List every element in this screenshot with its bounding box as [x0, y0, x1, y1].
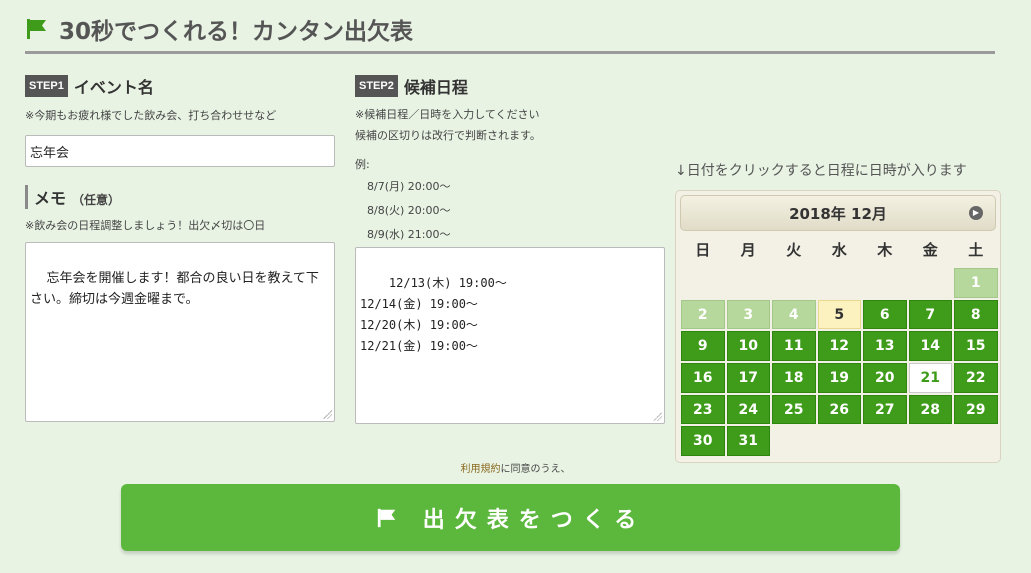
memo-text: 忘年会を開催します！都合の良い日を教えて下さい。締切は今週金曜まで。: [30, 271, 319, 307]
example-list: 8/7(月) 20:00～ 8/8(火) 20:00～ 8/9(水) 21:00…: [355, 175, 665, 247]
calendar-day-20[interactable]: 20: [863, 363, 907, 393]
calendar-day-9[interactable]: 9: [681, 331, 725, 362]
step2-notes: ※候補日程／日時を入力してください 候補の区切りは改行で判断されます。: [355, 104, 665, 146]
step2-heading: STEP2 候補日程: [355, 74, 665, 98]
flag-icon: [27, 18, 46, 39]
calendar-day-16[interactable]: 16: [681, 363, 725, 393]
weekday-label: 土: [968, 240, 984, 259]
calendar-day-23[interactable]: 23: [681, 394, 725, 425]
candidate-dates-text: 12/13(木) 19:00～ 12/14(金) 19:00～ 12/20(木)…: [360, 276, 507, 353]
calendar-day-8[interactable]: 8: [954, 299, 998, 330]
calendar-day-11[interactable]: 11: [772, 331, 816, 362]
calendar-day-5[interactable]: 5: [817, 299, 861, 330]
calendar-day-27[interactable]: 27: [863, 394, 907, 425]
calendar-column: ↓日付をクリックすると日程に日時が入ります 2018年 12月 ▶ 日 月 火 水 木 金…: [675, 160, 1001, 463]
calendar-day-6[interactable]: 6: [863, 299, 907, 330]
event-name-input[interactable]: 忘年会: [25, 135, 335, 167]
weekday-label: 水: [831, 240, 847, 259]
calendar-empty-cell: [863, 268, 907, 298]
calendar-day-30[interactable]: 30: [681, 426, 725, 457]
memo-optional-label: （任意）: [72, 193, 121, 207]
calendar-day-1[interactable]: 1: [954, 268, 998, 298]
resize-grip-icon[interactable]: [653, 412, 662, 421]
calendar-day-15[interactable]: 15: [954, 331, 998, 362]
calendar-day-31[interactable]: 31: [726, 426, 770, 457]
calendar-day-21[interactable]: 21: [908, 363, 952, 393]
calendar-day-17[interactable]: 17: [726, 363, 770, 393]
weekday-header-row: 日月火水木金土: [680, 231, 996, 267]
step1-heading: STEP1 イベント名: [25, 74, 337, 98]
memo-textarea[interactable]: 忘年会を開催します！都合の良い日を教えて下さい。締切は今週金曜まで。: [25, 242, 335, 422]
page-title: 30秒でつくれる！カンタン出欠表: [59, 18, 414, 45]
dates-column: STEP2 候補日程 ※候補日程／日時を入力してください 候補の区切りは改行で判…: [355, 74, 665, 424]
calendar-hint: ↓日付をクリックすると日程に日時が入ります: [675, 163, 967, 179]
calendar-day-18[interactable]: 18: [772, 363, 816, 393]
calendar-day-13[interactable]: 13: [863, 331, 907, 362]
calendar-empty-cell: [727, 268, 771, 298]
memo-title: メモ: [34, 189, 67, 208]
calendar: 2018年 12月 ▶ 日月火水木金土 1 2 3 4 5 6 7 8 9 10 11 12 13 14 1…: [675, 190, 1001, 463]
calendar-day-4[interactable]: 4: [772, 299, 816, 330]
weekday-label: 金: [922, 240, 938, 259]
example-item: 8/8(火) 20:00～: [367, 204, 451, 217]
step2-note-line: 候補の区切りは改行で判断されます。: [355, 129, 541, 142]
calendar-empty-cell: [681, 268, 725, 298]
calendar-grid: 1 2 3 4 5 6 7 8 9 10 11 12 13 14 15 16 17 18 19 20 21 22 23 24 2…: [680, 267, 998, 457]
calendar-day-7[interactable]: 7: [908, 299, 952, 330]
calendar-day-2[interactable]: 2: [681, 299, 725, 330]
example-item: 8/7(月) 20:00～: [367, 180, 451, 193]
terms-link[interactable]: 利用規約: [461, 464, 501, 475]
example-item: 8/9(水) 21:00～: [367, 228, 451, 241]
memo-note: ※飲み会の日程調整しましょう！出欠〆切は〇日: [25, 219, 266, 232]
weekday-label: 日: [695, 240, 711, 259]
step2-note-line: ※候補日程／日時を入力してください: [355, 108, 540, 121]
page-header: 30秒でつくれる！カンタン出欠表: [25, 12, 995, 54]
calendar-day-10[interactable]: 10: [726, 331, 770, 362]
calendar-day-19[interactable]: 19: [817, 363, 861, 393]
calendar-day-3[interactable]: 3: [726, 299, 770, 330]
terms-text: 利用規約に同意のうえ、: [0, 460, 1031, 475]
calendar-empty-cell: [772, 268, 816, 298]
calendar-day-12[interactable]: 12: [817, 331, 861, 362]
calendar-day-26[interactable]: 26: [817, 394, 861, 425]
step1-note: ※今期もお疲れ様でした飲み会、打ち合わせせなど: [25, 109, 277, 122]
resize-grip-icon[interactable]: [323, 410, 332, 419]
calendar-day-24[interactable]: 24: [726, 394, 770, 425]
step1-title: イベント名: [73, 78, 154, 97]
chevron-right-circle-icon[interactable]: ▶: [969, 206, 983, 220]
step1-badge: STEP1: [25, 75, 68, 97]
calendar-empty-cell: [909, 268, 953, 298]
calendar-day-22[interactable]: 22: [954, 363, 998, 393]
memo-heading: メモ （任意）: [25, 185, 337, 209]
calendar-day-29[interactable]: 29: [954, 394, 998, 425]
calendar-day-25[interactable]: 25: [772, 394, 816, 425]
create-button-label: 出欠表をつくる: [422, 507, 647, 533]
calendar-header: 2018年 12月 ▶: [680, 195, 996, 231]
weekday-label: 月: [740, 240, 756, 259]
calendar-empty-cell: [818, 268, 862, 298]
flag-icon: [377, 508, 395, 527]
step2-title: 候補日程: [403, 78, 468, 97]
terms-suffix: に同意のうえ、: [500, 464, 571, 475]
calendar-month-label: 2018年 12月: [789, 204, 887, 223]
weekday-label: 木: [877, 240, 893, 259]
example-label: 例:: [355, 158, 370, 171]
weekday-label: 火: [786, 240, 802, 259]
create-attendance-sheet-button[interactable]: 出欠表をつくる: [121, 484, 900, 551]
step2-badge: STEP2: [355, 75, 398, 97]
candidate-dates-textarea[interactable]: 12/13(木) 19:00～ 12/14(金) 19:00～ 12/20(木)…: [355, 247, 665, 424]
event-column: STEP1 イベント名 ※今期もお疲れ様でした飲み会、打ち合わせせなど 忘年会 …: [25, 74, 337, 422]
calendar-day-14[interactable]: 14: [908, 331, 952, 362]
calendar-day-28[interactable]: 28: [908, 394, 952, 425]
